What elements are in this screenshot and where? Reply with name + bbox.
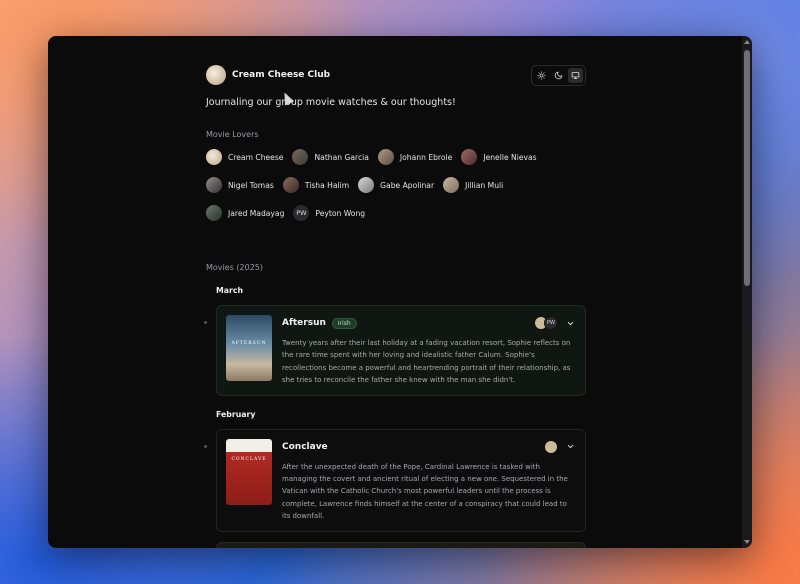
member-jillian-muli[interactable]: Jillian Muli — [443, 177, 503, 193]
member-name: Nathan Garcia — [314, 152, 369, 162]
main-content: Cream Cheese Club Journaling our group m… — [204, 64, 586, 548]
theme-switch — [531, 64, 586, 86]
viewer-avatar — [544, 439, 558, 454]
brand[interactable]: Cream Cheese Club — [206, 65, 330, 85]
member-jared-madayag[interactable]: Jared Madayag — [206, 205, 284, 221]
avatar — [206, 149, 222, 165]
movie-description: After the unexpected death of the Pope, … — [282, 462, 568, 521]
avatar: PW — [293, 205, 310, 221]
app-window: Cream Cheese Club Journaling our group m… — [48, 36, 752, 548]
moon-icon — [554, 71, 563, 79]
member-tisha-halim[interactable]: Tisha Halim — [282, 177, 350, 193]
avatar — [443, 177, 460, 193]
tagline: Journaling our group movie watches & our… — [206, 97, 456, 108]
system-theme-button[interactable] — [568, 67, 583, 83]
scrollbar[interactable] — [742, 36, 752, 548]
avatar — [358, 177, 375, 193]
title-wrap: Aftersun Irish — [282, 317, 357, 329]
movie-title: Aftersun — [282, 318, 326, 328]
club-logo — [206, 65, 226, 85]
movies-section-label: Movies (2025) — [206, 263, 263, 272]
avatar — [292, 149, 309, 165]
viewer-avatars — [544, 439, 558, 454]
member-cream-cheese[interactable]: Cream Cheese — [206, 149, 283, 165]
card-actions — [544, 439, 575, 454]
avatar — [377, 149, 394, 165]
movie-poster: CONCLAVE — [226, 438, 272, 505]
monitor-icon — [571, 71, 580, 79]
member-johann-ebrole[interactable]: Johann Ebrole — [377, 149, 453, 165]
movie-card-partial[interactable] — [216, 541, 586, 548]
genre-badge: Irish — [331, 317, 357, 329]
member-name: Nigel Tomas — [228, 180, 274, 190]
movie-row: AFTERSUN Aftersun Irish PW Twenty years … — [204, 305, 586, 396]
light-theme-button[interactable] — [534, 68, 549, 83]
movie-row: CONCLAVE Conclave After the unexpected d… — [204, 428, 586, 532]
chevron-down-icon[interactable] — [566, 319, 575, 328]
member-name: Gabe Apolinar — [380, 180, 435, 190]
member-name: Jillian Muli — [465, 180, 504, 190]
members-list: Cream Cheese Nathan Garcia Johann Ebrole… — [206, 149, 546, 221]
timeline-dot — [204, 321, 207, 324]
member-name: Cream Cheese — [228, 152, 284, 162]
member-nathan-garcia[interactable]: Nathan Garcia — [292, 149, 369, 165]
sun-icon — [537, 70, 546, 80]
timeline-dot — [204, 444, 207, 448]
avatar — [461, 149, 478, 165]
member-peyton-wong[interactable]: PW Peyton Wong — [293, 205, 365, 221]
scroll-down-arrow[interactable] — [744, 540, 750, 544]
poster-title: CONCLAVE — [231, 456, 267, 462]
card-body: Aftersun Irish PW Twenty years after the… — [282, 315, 575, 387]
title-wrap: Conclave — [282, 442, 328, 452]
movie-title: Conclave — [282, 441, 328, 452]
members-section-label: Movie Lovers — [206, 130, 259, 139]
card-top: Conclave — [282, 439, 575, 455]
month-heading: February — [216, 409, 256, 419]
member-nigel-tomas[interactable]: Nigel Tomas — [206, 177, 274, 193]
member-name: Peyton Wong — [315, 208, 366, 218]
card-actions: PW — [534, 316, 575, 330]
dark-theme-button[interactable] — [551, 68, 566, 83]
card-body: Conclave After the unexpected death of t… — [282, 439, 575, 523]
month-heading: March — [216, 286, 244, 295]
member-name: Tisha Halim — [304, 180, 350, 190]
app-title: Cream Cheese Club — [232, 70, 331, 80]
viewer-avatar: PW — [544, 316, 558, 330]
movie-card-conclave[interactable]: CONCLAVE Conclave After the unexpected d… — [216, 428, 586, 532]
movie-card-aftersun[interactable]: AFTERSUN Aftersun Irish PW Twenty years … — [216, 305, 586, 396]
avatar — [282, 177, 299, 193]
movie-description: Twenty years after their last holiday at… — [282, 339, 571, 385]
chevron-down-icon[interactable] — [566, 442, 575, 451]
scroll-thumb[interactable] — [744, 50, 750, 286]
scroll-up-arrow[interactable] — [744, 40, 750, 44]
card-top: Aftersun Irish PW — [282, 315, 575, 331]
poster-title: AFTERSUN — [231, 341, 267, 346]
member-name: Johann Ebrole — [399, 152, 453, 162]
member-gabe-apolinar[interactable]: Gabe Apolinar — [358, 177, 434, 193]
avatar — [206, 177, 222, 193]
member-name: Jenelle Nievas — [483, 152, 537, 162]
viewer-avatars: PW — [534, 316, 558, 330]
header: Cream Cheese Club — [206, 64, 586, 86]
movie-poster: AFTERSUN — [226, 315, 272, 381]
avatar — [206, 205, 222, 221]
member-name: Jared Madayag — [228, 208, 285, 218]
member-jenelle-nievas[interactable]: Jenelle Nievas — [461, 149, 537, 165]
